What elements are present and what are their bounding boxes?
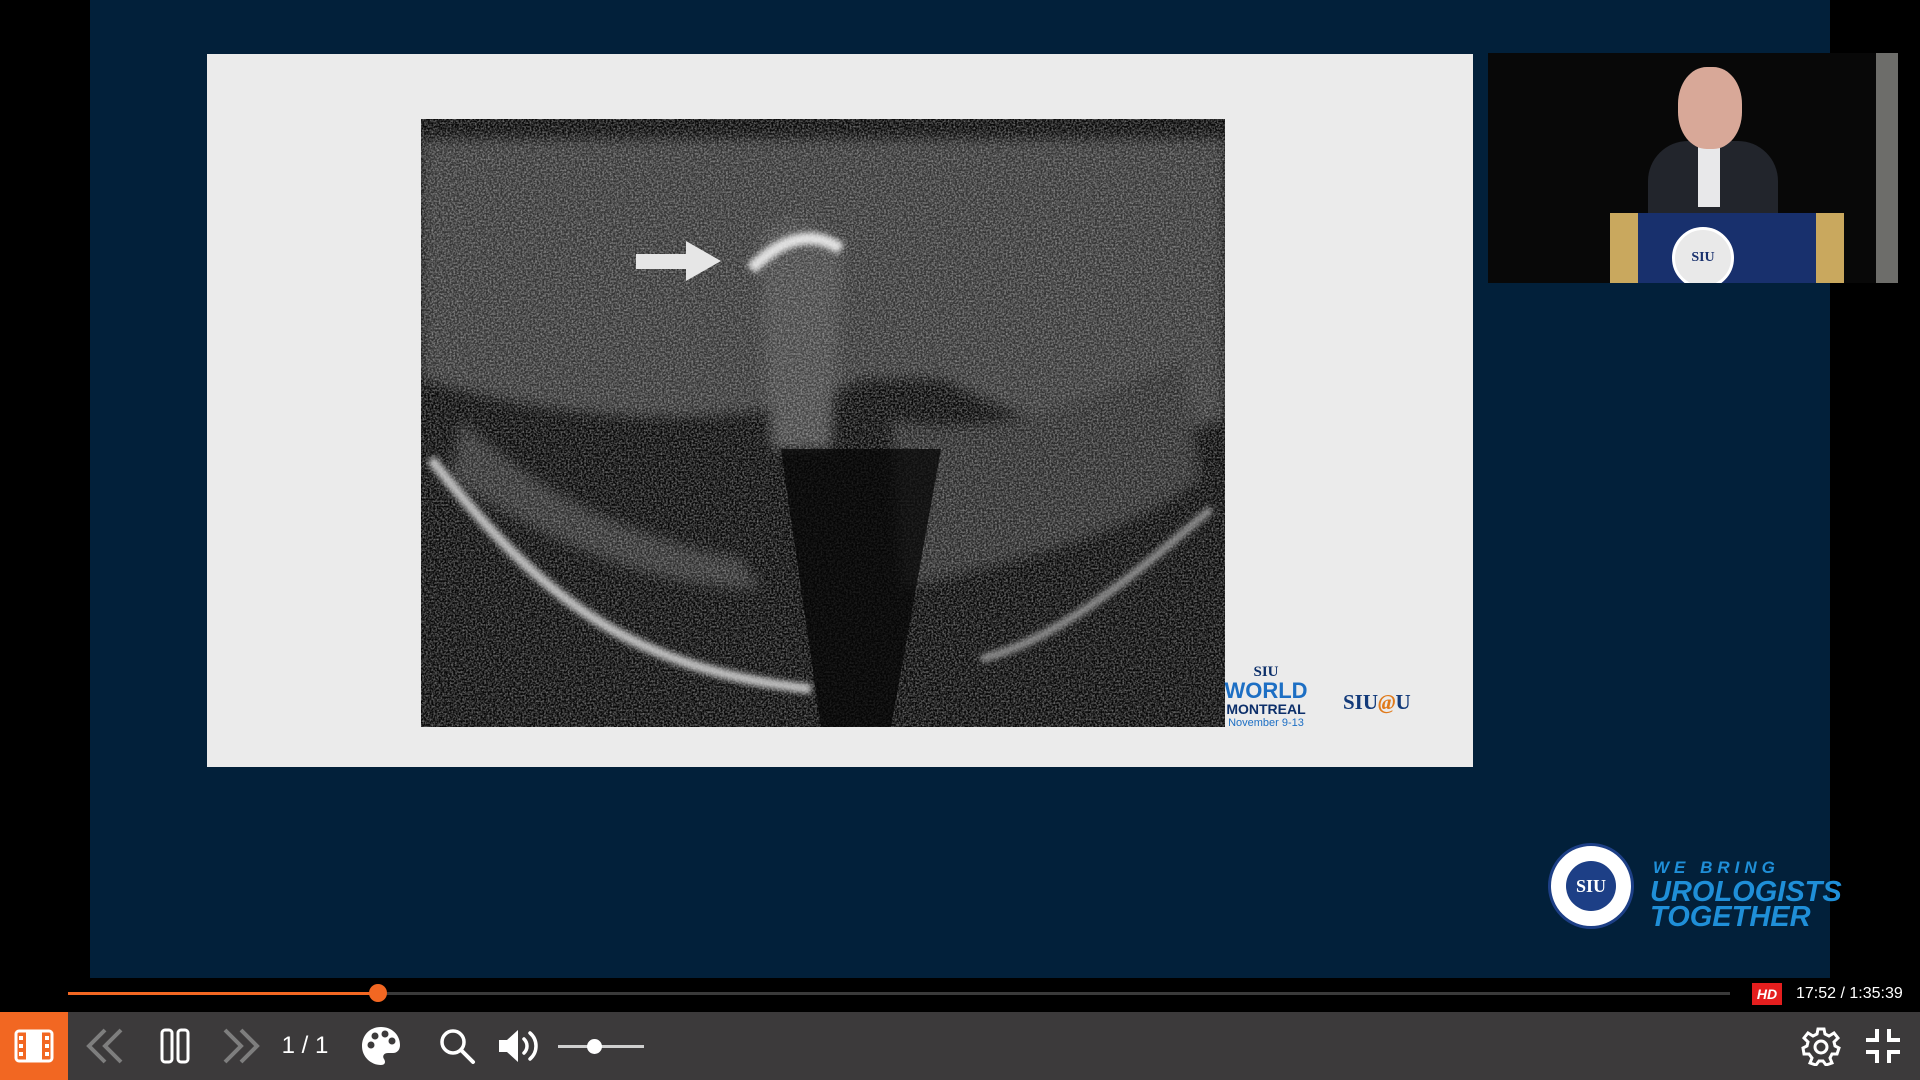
volume-track[interactable] bbox=[558, 1038, 644, 1054]
settings-button[interactable] bbox=[1794, 1012, 1848, 1080]
progress-thumb[interactable] bbox=[369, 984, 388, 1002]
ultrasound-image bbox=[421, 119, 1225, 727]
volume-button[interactable] bbox=[492, 1012, 546, 1080]
exit-fullscreen-button[interactable] bbox=[1856, 1012, 1910, 1080]
volume-thumb[interactable] bbox=[587, 1038, 603, 1054]
control-bar: 1 / 1 bbox=[0, 1012, 1920, 1080]
pause-button[interactable] bbox=[150, 1012, 200, 1080]
logo-line-3: MONTREAL bbox=[1226, 701, 1306, 717]
presentation-slide: SIU WORLD MONTREAL November 9-13 SIU@U bbox=[207, 54, 1473, 767]
logo-line-4: November 9-13 bbox=[1228, 717, 1304, 729]
double-chevron-left-icon bbox=[86, 1028, 123, 1064]
gear-icon bbox=[1801, 1027, 1841, 1066]
pause-icon bbox=[160, 1028, 190, 1064]
previous-button[interactable] bbox=[80, 1012, 130, 1080]
exit-fullscreen-icon bbox=[1866, 1029, 1900, 1063]
progress-bar[interactable] bbox=[68, 984, 1730, 1002]
speaker-head bbox=[1678, 67, 1742, 149]
stage-wall bbox=[1876, 53, 1898, 283]
search-icon bbox=[440, 1029, 475, 1064]
film-menu-icon bbox=[14, 1029, 54, 1063]
palette-button[interactable] bbox=[356, 1012, 406, 1080]
palette-icon bbox=[362, 1027, 400, 1065]
siu-at-u-pre: SIU bbox=[1343, 690, 1379, 714]
speaker-shirt bbox=[1698, 147, 1720, 207]
siu-at-u-logo: SIU@U bbox=[1343, 690, 1411, 715]
speaker-video: SIU bbox=[1488, 53, 1898, 283]
siu-at-u-post: U bbox=[1395, 690, 1411, 714]
ultrasound-graphic bbox=[421, 119, 1225, 727]
time-display: 17:52 / 1:35:39 bbox=[1796, 985, 1903, 1002]
volume-icon bbox=[499, 1030, 538, 1062]
tagline-line-3: TOGETHER bbox=[1650, 901, 1811, 933]
siu-branding: SIU WE BRING UROLOGISTS TOGETHER bbox=[1548, 843, 1848, 933]
video-stage[interactable]: SIU WORLD MONTREAL November 9-13 SIU@U S… bbox=[90, 0, 1898, 978]
volume-slider[interactable] bbox=[556, 1012, 646, 1080]
menu-button[interactable] bbox=[0, 1012, 68, 1080]
double-chevron-right-icon bbox=[223, 1028, 260, 1064]
siu-around-the-world-logo: SIU WORLD MONTREAL November 9-13 bbox=[1216, 664, 1316, 748]
tagline-line-1: WE BRING bbox=[1653, 858, 1780, 877]
search-button[interactable] bbox=[432, 1012, 482, 1080]
page-indicator: 1 / 1 bbox=[281, 1032, 329, 1059]
podium-seal: SIU bbox=[1672, 227, 1734, 283]
progress-fill bbox=[68, 992, 379, 995]
hd-badge[interactable]: HD bbox=[1752, 983, 1782, 1005]
siu-seal-text: SIU bbox=[1566, 861, 1616, 911]
logo-line-2: WORLD bbox=[1224, 678, 1308, 703]
next-button[interactable] bbox=[216, 1012, 266, 1080]
siu-seal-logo: SIU bbox=[1548, 843, 1634, 929]
siu-at-u-at: @ bbox=[1378, 690, 1396, 714]
